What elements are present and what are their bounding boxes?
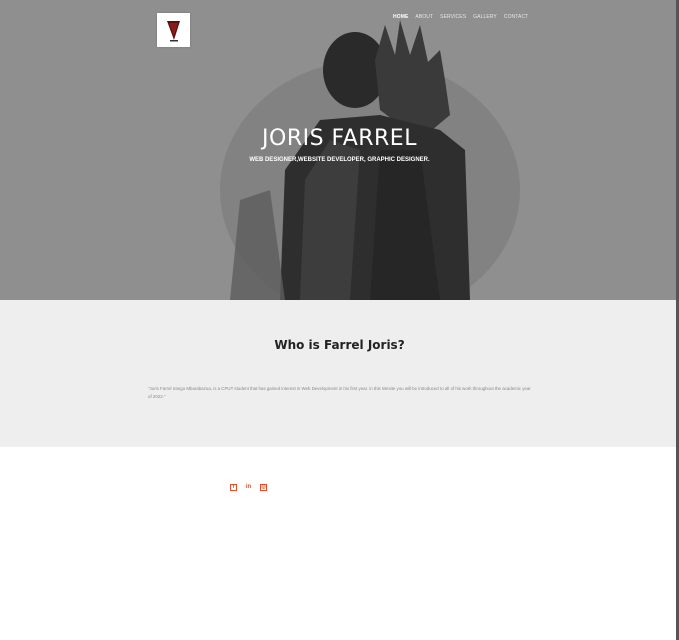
instagram-icon[interactable]: ◎ [260, 484, 267, 491]
hero-subtitle: WEB DESIGNER,WEBSITE DEVELOPER, GRAPHIC … [249, 157, 430, 163]
nav-services[interactable]: SERVICES [440, 14, 466, 20]
nav-home[interactable]: HOME [393, 14, 408, 20]
logo-icon [167, 21, 180, 42]
social-links: f in ◎ [230, 484, 267, 491]
nav-contact[interactable]: CONTACT [504, 14, 529, 20]
main-nav: HOME ABOUT SERVICES GALLERY CONTACT [393, 14, 528, 20]
nav-gallery[interactable]: GALLERY [473, 14, 497, 20]
logo[interactable] [157, 13, 190, 47]
about-text: "Joris Farrel Irango Mbarabazua, is a CP… [148, 386, 531, 399]
about-heading: Who is Farrel Joris? [274, 338, 405, 352]
nav-about[interactable]: ABOUT [415, 14, 433, 20]
hero-title: JORIS FARREL [262, 126, 417, 151]
footer: f in ◎ [0, 447, 679, 640]
linkedin-icon[interactable]: in [245, 484, 252, 491]
about-section: Who is Farrel Joris? "Joris Farrel Irang… [0, 300, 679, 447]
facebook-icon[interactable]: f [230, 484, 237, 491]
hero-section: HOME ABOUT SERVICES GALLERY CONTACT JORI… [0, 0, 679, 300]
